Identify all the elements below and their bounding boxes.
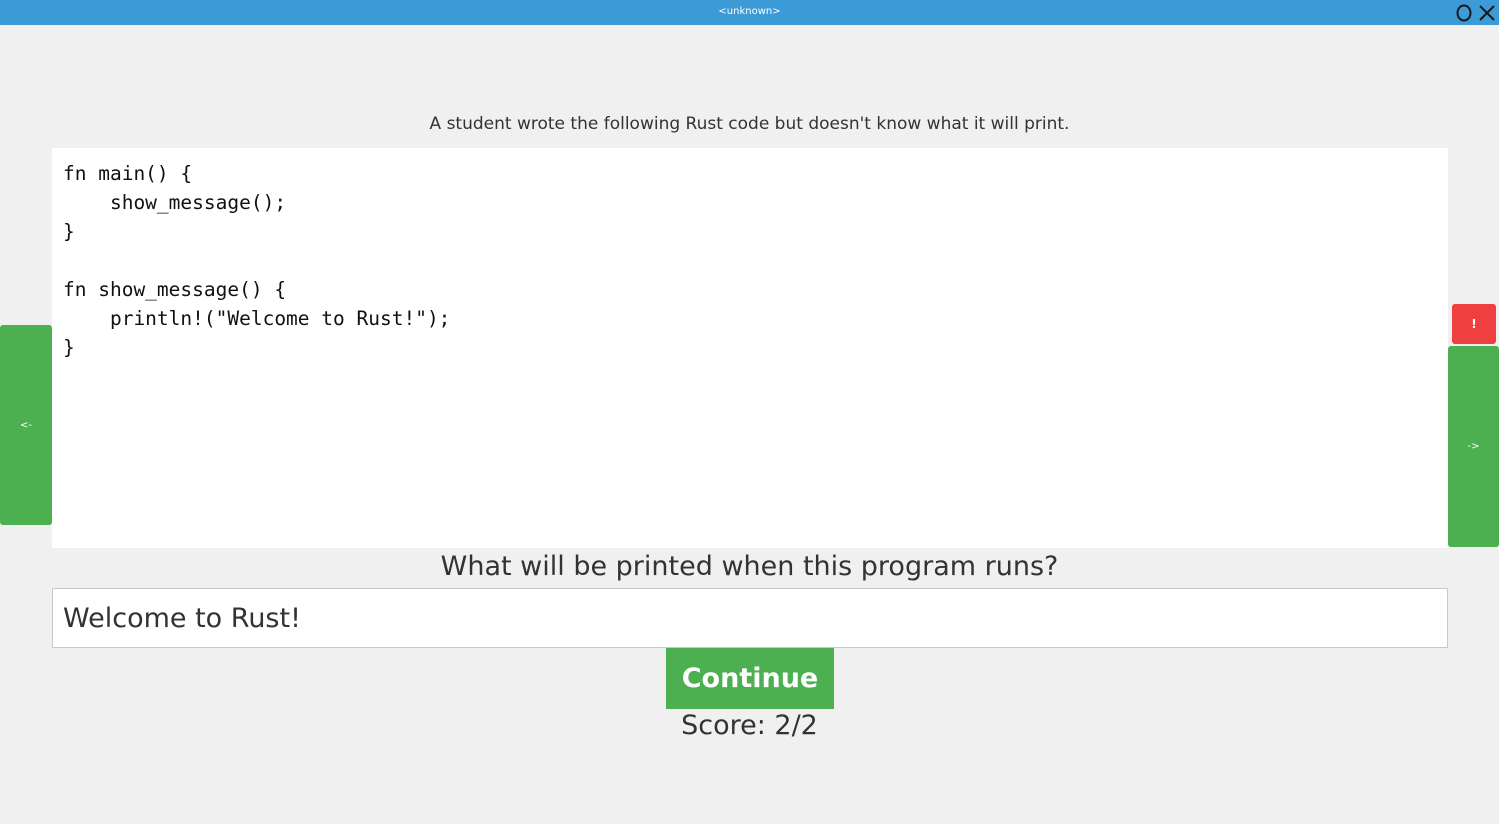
- report-button[interactable]: !: [1452, 304, 1496, 344]
- previous-button[interactable]: <-: [0, 325, 52, 525]
- maximize-icon[interactable]: [1454, 3, 1474, 23]
- code-block: fn main() { show_message(); } fn show_me…: [52, 148, 1448, 548]
- prompt-text: A student wrote the following Rust code …: [429, 114, 1070, 134]
- next-button[interactable]: ->: [1448, 346, 1499, 547]
- window-title: <unknown>: [718, 6, 781, 17]
- answer-input[interactable]: [52, 588, 1448, 648]
- title-bar: <unknown>: [0, 0, 1499, 25]
- continue-button[interactable]: Continue: [666, 648, 834, 709]
- code-text: fn main() { show_message(); } fn show_me…: [63, 162, 451, 359]
- close-icon[interactable]: [1477, 3, 1497, 23]
- score-text: Score: 2/2: [681, 710, 818, 741]
- question-text: What will be printed when this program r…: [440, 551, 1059, 582]
